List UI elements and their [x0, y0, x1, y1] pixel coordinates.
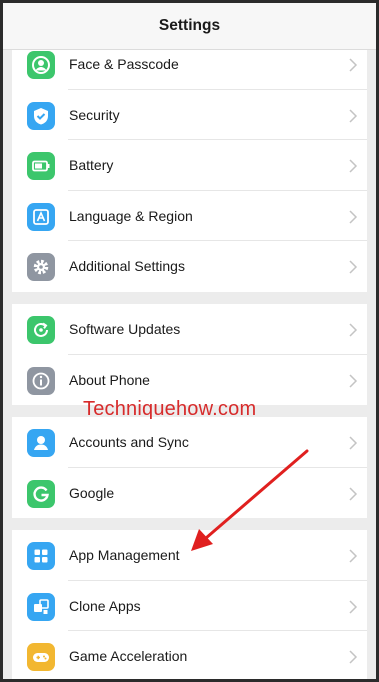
clone-apps-icon [27, 592, 55, 621]
settings-item-language-region[interactable]: Language & Region [12, 191, 367, 241]
chevron-right-icon [349, 549, 358, 563]
language-icon [27, 202, 55, 231]
chevron-right-icon [349, 159, 358, 173]
chevron-right-icon [349, 486, 358, 501]
settings-item-game-acceleration[interactable]: Game Acceleration [12, 631, 367, 679]
settings-item-label: App Management [69, 547, 180, 563]
chevron-right-icon [349, 260, 358, 274]
settings-group-personal: Face & Passcode Security Battery Languag… [12, 39, 367, 292]
chevron-right-icon [349, 599, 358, 614]
person-icon [27, 429, 55, 457]
settings-item-label: Additional Settings [69, 258, 185, 274]
settings-item-label: About Phone [69, 371, 150, 388]
battery-icon [27, 152, 55, 180]
google-icon [27, 479, 55, 508]
title-bar: Settings [3, 3, 376, 50]
apps-grid-icon [27, 542, 55, 570]
settings-item-security[interactable]: Security [12, 90, 367, 140]
info-icon [27, 366, 55, 395]
page-title: Settings [158, 17, 221, 34]
chevron-right-icon [349, 58, 358, 72]
chevron-right-icon [349, 373, 358, 388]
settings-group-system: Software Updates About Phone [12, 304, 367, 405]
chevron-right-icon [349, 323, 358, 337]
watermark-text: Techniquehow.com [83, 398, 257, 420]
shield-icon [27, 101, 55, 130]
settings-item-accounts-sync[interactable]: Accounts and Sync [12, 417, 367, 468]
gamepad-icon [27, 643, 55, 671]
face-passcode-icon [27, 51, 55, 79]
settings-item-software-updates[interactable]: Software Updates [12, 304, 367, 355]
settings-item-label: Software Updates [69, 321, 181, 337]
settings-item-label: Accounts and Sync [69, 434, 189, 450]
settings-group-apps: App Management Clone Apps Game Accelerat… [12, 530, 367, 679]
settings-item-label: Game Acceleration [69, 648, 188, 664]
settings-item-label: Language & Region [69, 207, 193, 224]
settings-screen: Face & Passcode Security Battery Languag… [0, 0, 379, 682]
settings-item-app-management[interactable]: App Management [12, 530, 367, 581]
chevron-right-icon [349, 209, 358, 224]
settings-item-label: Face & Passcode [69, 56, 179, 72]
gear-icon [27, 253, 55, 281]
settings-item-clone-apps[interactable]: Clone Apps [12, 581, 367, 631]
settings-group-accounts: Accounts and Sync Google [12, 417, 367, 518]
settings-item-battery[interactable]: Battery [12, 140, 367, 191]
chevron-right-icon [349, 650, 358, 664]
settings-item-label: Google [69, 484, 115, 501]
settings-item-google[interactable]: Google [12, 468, 367, 519]
settings-item-label: Battery [69, 157, 114, 173]
settings-item-label: Security [69, 106, 120, 123]
update-icon [27, 316, 55, 344]
settings-item-label: Clone Apps [69, 597, 141, 614]
chevron-right-icon [349, 436, 358, 450]
settings-item-additional-settings[interactable]: Additional Settings [12, 241, 367, 292]
chevron-right-icon [349, 108, 358, 123]
